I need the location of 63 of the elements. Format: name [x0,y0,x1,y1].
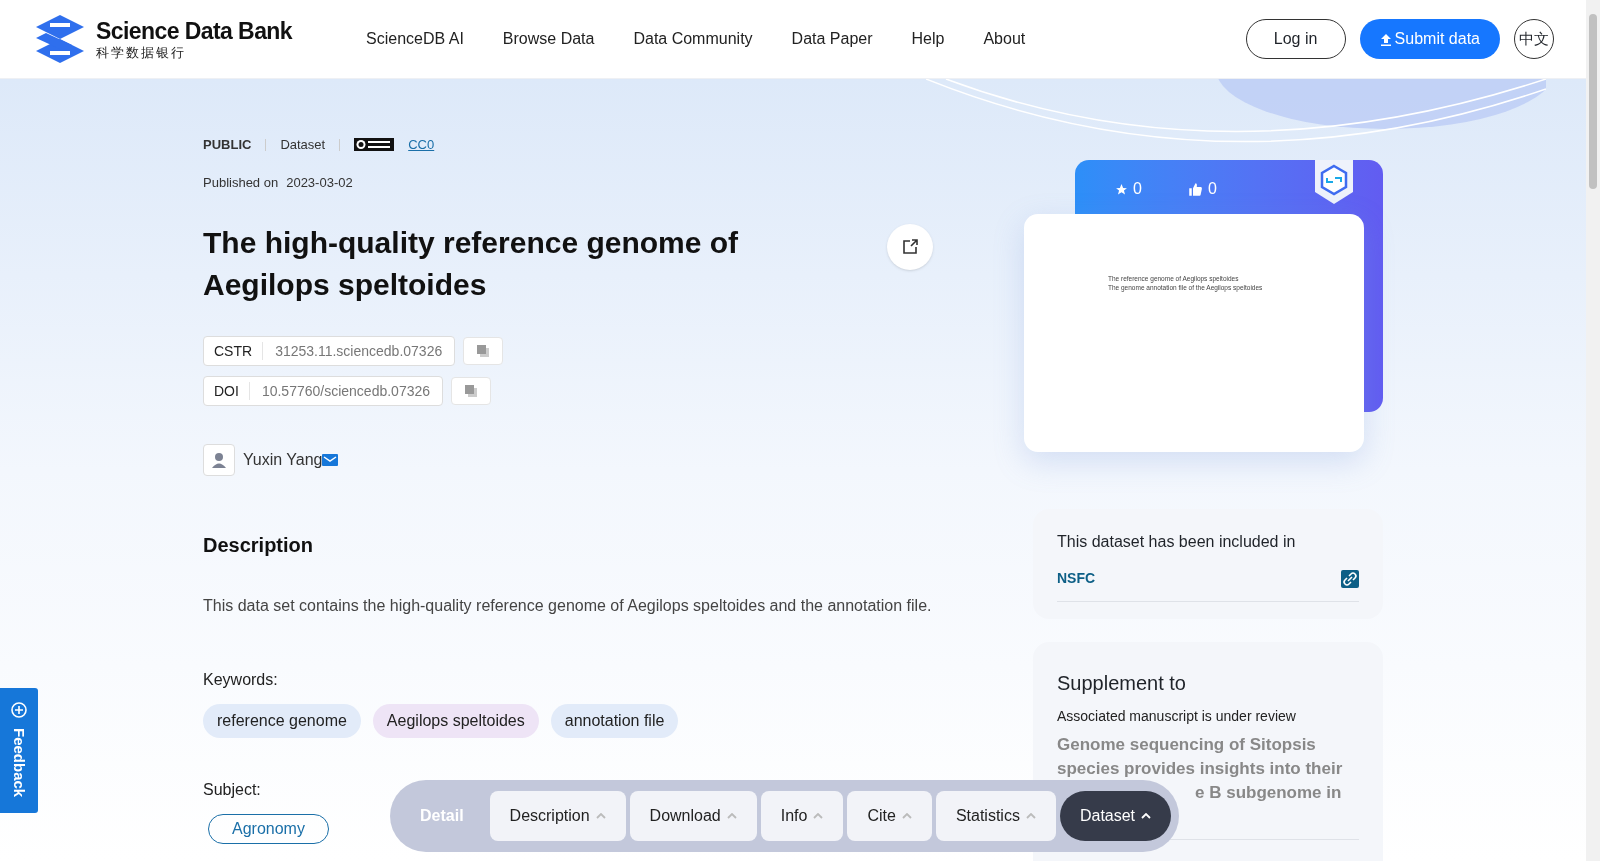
login-button[interactable]: Log in [1245,19,1346,59]
nav-link[interactable]: Browse Data [502,27,595,51]
published-label: Published on [203,173,279,192]
caret-icon [901,813,912,819]
caret-icon [1025,813,1036,819]
star-count: 0 [1133,179,1142,199]
section-navigation-label: Detail [419,806,465,826]
author-name[interactable]: Yuxin Yang [243,448,323,472]
section-tab[interactable]: Download [629,791,757,841]
thumbs-up-icon[interactable] [1187,181,1203,197]
upload-icon [1379,32,1392,46]
supplement-title-fragment: e B subgenome in [1195,782,1343,804]
link-icon[interactable] [1341,569,1359,588]
logo-title: Science Data Bank [96,19,293,43]
nav-link[interactable]: ScienceDB AI [366,27,464,51]
section-tab[interactable]: Cite [847,791,932,841]
logo-subtitle: 科学数据银行 [96,45,187,59]
license-link[interactable]: CC0 [408,135,435,155]
caret-icon [1141,813,1152,819]
avatar-icon [203,444,235,476]
caret-icon [595,813,606,819]
caret-icon [813,813,824,819]
copy-icon [465,385,478,397]
feedback-icon [9,700,29,720]
supplement-status: Associated manuscript is under review [1057,707,1297,726]
nav-link[interactable]: Data Paper [791,27,873,51]
hexagon-badge-icon [1315,160,1353,204]
copy-button[interactable] [463,337,504,365]
like-count: 0 [1207,179,1217,199]
caret-icon [726,813,737,819]
included-heading: This dataset has been included in [1057,532,1297,552]
submit-data-button[interactable]: Submit data [1359,19,1500,59]
copy-button[interactable] [451,377,492,405]
keyword-tag[interactable]: reference genome [203,704,361,738]
section-tab[interactable]: Dataset [1059,791,1172,841]
scrollbar[interactable] [1586,0,1600,861]
identifier-field: CSTR 31253.11.sciencedb.07326 [203,336,456,366]
keyword-tag[interactable]: annotation file [550,704,679,738]
section-tab[interactable]: Statistics [935,791,1056,841]
email-icon[interactable] [322,454,339,466]
nav-link[interactable]: Help [911,27,945,51]
keywords-label: Keywords: [203,670,279,690]
star-icon[interactable] [1115,182,1128,196]
copy-icon [477,345,490,357]
collection-link[interactable]: NSFC [1057,568,1096,589]
identifier-field: DOI 10.57760/sciencedb.07326 [203,376,444,406]
share-icon [901,238,919,256]
supplement-heading: Supplement to [1057,671,1187,696]
published-date: 2023-03-02 [286,173,353,192]
public-domain-badge-icon [354,138,395,152]
section-tab[interactable]: Info [760,791,844,841]
section-tab[interactable]: Description [489,791,626,841]
access-label: PUBLIC [203,136,252,154]
language-button[interactable]: 中文 [1514,19,1554,59]
section-heading: Description [203,533,315,558]
nav-link[interactable]: About [983,27,1026,51]
feedback-tab[interactable]: Feedback [0,688,38,813]
subject-label: Subject: [203,780,262,800]
description-text: This data set contains the high-quality reference genome of Aegilops speltoides and the annotation file. [203,596,933,616]
nav-link[interactable]: Data Community [633,27,753,51]
keyword-tag[interactable]: Aegilops speltoides [372,704,539,738]
dataset-title: The high-quality reference genome of Aegilops speltoides [203,225,740,303]
dataset-type: Dataset [280,136,326,154]
